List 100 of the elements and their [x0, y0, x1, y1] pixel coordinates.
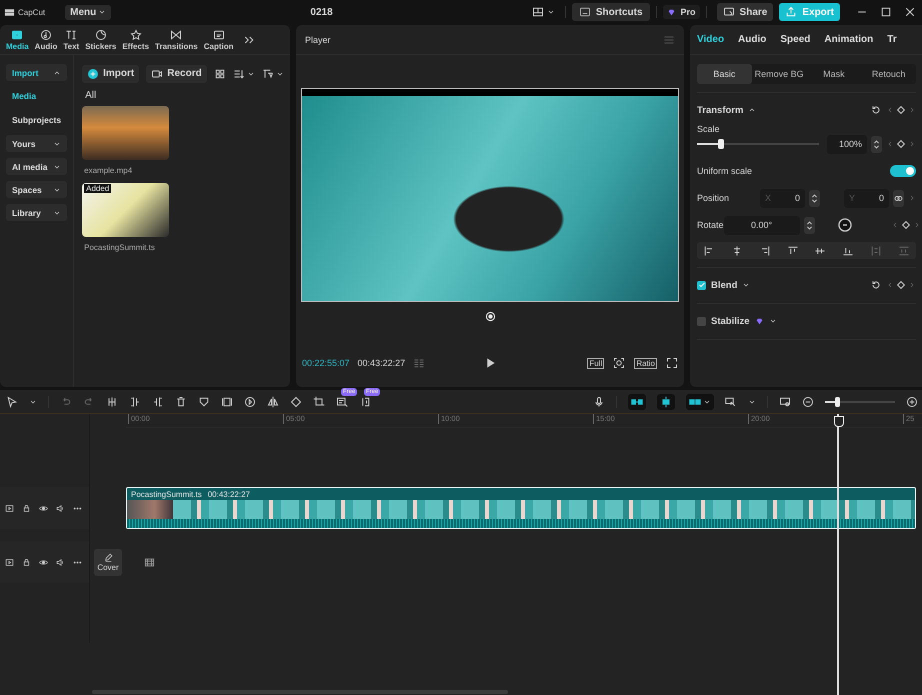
media-tab[interactable]: Text [60, 28, 82, 50]
sidebar-item[interactable]: Subprojects [6, 111, 68, 129]
duration: 00:43:22:27 [358, 358, 406, 368]
rotation-dial-icon[interactable] [836, 217, 853, 233]
media-tab[interactable]: Audio [32, 28, 60, 50]
field-label: Scale [697, 124, 721, 134]
menu-button[interactable]: Menu [65, 4, 112, 20]
chevron-down-icon [742, 281, 750, 289]
video-clip[interactable]: PocastingSummit.ts 00:43:22:27 [126, 487, 916, 529]
stepper-icon[interactable] [804, 216, 815, 234]
chevron-down-icon[interactable] [546, 8, 555, 16]
marker-icon[interactable] [198, 396, 210, 408]
plus-icon [87, 68, 100, 80]
speaker-icon[interactable] [56, 558, 65, 566]
record-button[interactable]: Record [146, 64, 207, 82]
sidebar-group[interactable]: AI media [6, 158, 68, 175]
uniform-scale-toggle[interactable] [890, 165, 916, 177]
video-track-icon[interactable] [5, 504, 14, 512]
filter-icon[interactable] [262, 68, 274, 80]
play-circle-icon[interactable] [244, 396, 256, 408]
lock-icon[interactable] [22, 504, 31, 512]
maximize-icon[interactable] [880, 6, 892, 18]
align-icon[interactable] [786, 244, 799, 256]
inspector-tab[interactable]: Animation [824, 34, 874, 45]
media-tab[interactable]: Effects [119, 28, 152, 50]
media-tab[interactable]: Transitions [152, 28, 201, 50]
link-icon[interactable] [893, 190, 904, 206]
position-y-field[interactable]: Y 0 [844, 188, 889, 208]
position-x-field[interactable]: X 0 [760, 188, 805, 208]
select-cursor-icon[interactable] [6, 396, 18, 408]
media-tab[interactable]: Caption [200, 28, 236, 50]
split-right-icon[interactable] [152, 396, 164, 408]
fullscreen-icon[interactable] [666, 357, 678, 369]
pen-icon [104, 552, 112, 562]
align-icon[interactable] [703, 244, 715, 256]
media-tab[interactable]: Stickers [82, 28, 120, 50]
zoom-in-icon[interactable] [906, 396, 918, 408]
checkbox[interactable] [697, 316, 706, 326]
eye-icon[interactable] [39, 504, 48, 512]
split-icon[interactable] [106, 396, 118, 408]
reset-icon[interactable] [870, 104, 882, 116]
microphone-icon[interactable] [593, 396, 605, 408]
sub-tab[interactable]: Basic [697, 64, 752, 84]
shortcuts-button[interactable]: Shortcuts [572, 3, 650, 21]
sub-tab[interactable]: Remove BG [752, 64, 806, 84]
sidebar-group[interactable]: Library [6, 204, 68, 221]
layout-icon[interactable] [532, 6, 544, 18]
eye-icon[interactable] [39, 558, 48, 566]
stepper-icon[interactable] [809, 190, 820, 206]
inspector-tab[interactable]: Video [697, 34, 724, 45]
pro-button[interactable]: Pro [662, 5, 700, 19]
chevron-left-icon [886, 106, 894, 114]
keyframe-icon[interactable] [895, 104, 907, 116]
inspector-tab[interactable]: Speed [780, 34, 810, 45]
cover-button[interactable]: Cover [94, 548, 122, 576]
sub-tab[interactable]: Mask [806, 64, 862, 84]
added-badge: Added [84, 184, 112, 193]
mirror-icon[interactable] [267, 396, 279, 408]
sidebar-group[interactable]: Spaces [6, 181, 68, 198]
sidebar-group[interactable]: Import [6, 64, 68, 81]
speaker-icon[interactable] [56, 504, 65, 512]
close-icon[interactable] [904, 6, 916, 18]
lock-icon[interactable] [22, 558, 31, 566]
rotate-field[interactable]: 0.00° [724, 216, 800, 234]
import-button[interactable]: Import [82, 64, 140, 82]
zoom-out-icon[interactable] [802, 396, 814, 408]
text-box-icon[interactable] [336, 396, 348, 408]
media-tab[interactable]: Media [3, 28, 32, 50]
share-button[interactable]: Share [716, 3, 774, 21]
field-label: Position [697, 193, 730, 203]
stepper-icon[interactable] [871, 136, 882, 152]
reset-icon[interactable] [870, 279, 882, 291]
sort-icon[interactable] [232, 68, 245, 80]
monitor-icon[interactable] [779, 396, 791, 408]
video-thumbnail[interactable] [82, 106, 170, 160]
inspector-tab[interactable]: Tr [887, 34, 897, 45]
keyframe-icon[interactable] [895, 138, 907, 150]
grid-view-icon[interactable] [214, 68, 226, 80]
crop-icon[interactable] [313, 396, 325, 408]
toggle-button[interactable] [628, 394, 646, 410]
full-button[interactable]: Full [587, 358, 604, 368]
keyframe-icon[interactable] [895, 279, 907, 291]
zoom-frame-icon[interactable] [613, 357, 626, 369]
ratio-button[interactable]: Ratio [634, 358, 657, 368]
scale-field[interactable]: 100% [827, 134, 867, 154]
sidebar-item[interactable]: Media [6, 87, 68, 105]
inspector-tab[interactable]: Audio [738, 34, 766, 45]
video-thumbnail[interactable]: Added [82, 183, 170, 237]
delete-icon[interactable] [175, 396, 187, 408]
toggle-button[interactable] [686, 394, 714, 410]
checkbox[interactable] [697, 280, 706, 290]
rotate-handle-icon[interactable] [484, 310, 496, 323]
film-icon[interactable] [144, 556, 155, 568]
chevron-down-icon [768, 317, 777, 325]
split-left-icon[interactable] [129, 396, 141, 408]
toggle-button[interactable] [657, 394, 675, 410]
sidebar-group[interactable]: Yours [6, 135, 68, 152]
video-track-icon[interactable] [5, 558, 14, 566]
sub-tab[interactable]: Retouch [861, 64, 916, 84]
keyframe-icon[interactable] [900, 219, 912, 231]
